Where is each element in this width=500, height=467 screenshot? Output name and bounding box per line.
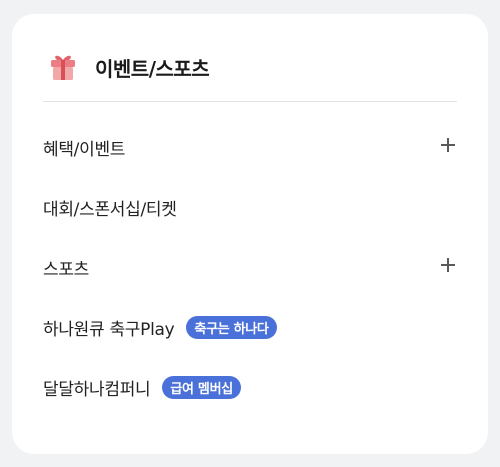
panel-header: 이벤트/스포츠: [48, 50, 210, 84]
plus-icon[interactable]: [441, 258, 455, 272]
menu-item-label: 하나원큐 축구Play: [43, 319, 175, 340]
gift-icon: [48, 52, 78, 82]
menu-item-competition-sponsorship-ticket[interactable]: 대회/스폰서십/티켓: [43, 190, 457, 224]
menu-item-benefits-events[interactable]: 혜택/이벤트: [43, 130, 457, 164]
menu-item-hana-soccer-play[interactable]: 하나원큐 축구Play 축구는 하나다: [43, 310, 457, 344]
event-sports-panel: 이벤트/스포츠 혜택/이벤트 대회/스폰서십/티켓 스포츠 하나원큐 축구Pla…: [12, 14, 488, 454]
menu-item-label: 스포츠: [43, 259, 90, 280]
menu-item-sports[interactable]: 스포츠: [43, 250, 457, 284]
menu-item-daldal-hana-company[interactable]: 달달하나컴퍼니 급여 멤버십: [43, 370, 457, 404]
menu-item-label: 대회/스폰서십/티켓: [43, 199, 177, 220]
menu-item-label: 달달하나컴퍼니: [43, 379, 151, 400]
menu-item-label: 혜택/이벤트: [43, 139, 126, 160]
panel-title: 이벤트/스포츠: [95, 56, 210, 81]
plus-icon[interactable]: [441, 138, 455, 152]
promo-badge: 급여 멤버십: [162, 375, 241, 399]
header-divider: [43, 101, 457, 102]
promo-badge: 축구는 하나다: [186, 315, 277, 339]
